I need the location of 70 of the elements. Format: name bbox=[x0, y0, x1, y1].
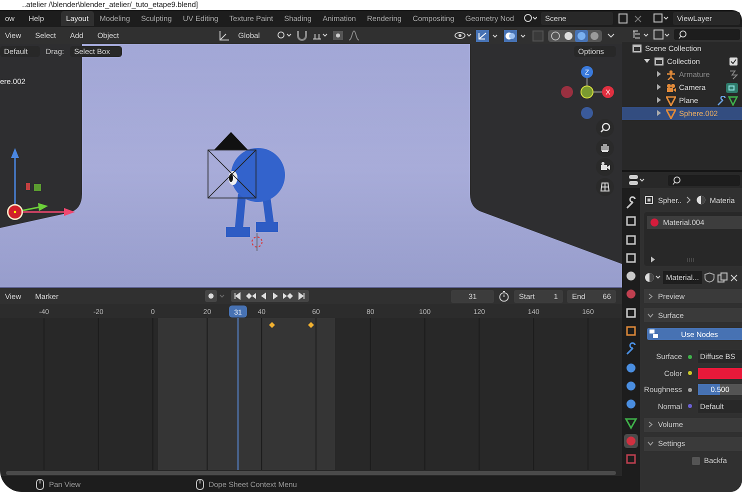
wrench-icon[interactable] bbox=[624, 342, 638, 356]
socket-dot[interactable] bbox=[688, 354, 692, 358]
keyframe-icon[interactable] bbox=[269, 322, 275, 328]
wrench-icon bbox=[717, 96, 726, 106]
mesh-data-icon bbox=[728, 96, 738, 106]
checkbox[interactable] bbox=[692, 456, 700, 464]
keyframe-icon[interactable] bbox=[308, 322, 314, 328]
record-icon[interactable] bbox=[205, 290, 228, 302]
shield-icon[interactable] bbox=[704, 272, 715, 283]
magnet-icon[interactable] bbox=[296, 30, 308, 41]
box-icon[interactable] bbox=[624, 306, 638, 320]
duplicate-icon[interactable] bbox=[716, 272, 728, 283]
figure-icon bbox=[666, 70, 676, 80]
zoom-icon[interactable] bbox=[596, 119, 614, 137]
expand-arrow-icon[interactable] bbox=[644, 58, 651, 65]
eye-icon[interactable] bbox=[454, 30, 472, 41]
grip-icon[interactable] bbox=[686, 258, 696, 262]
shading-mode-icon[interactable] bbox=[588, 30, 601, 42]
expand-arrow-icon[interactable] bbox=[650, 256, 656, 263]
pivot-icon[interactable] bbox=[276, 30, 292, 41]
search-field[interactable] bbox=[674, 29, 740, 40]
editor-type-icon[interactable] bbox=[628, 174, 646, 186]
shading-mode-icon[interactable] bbox=[549, 30, 562, 42]
transform-gizmo-drawing bbox=[7, 148, 75, 220]
node-icon bbox=[649, 329, 659, 339]
socket-dot[interactable] bbox=[688, 404, 692, 408]
shading-mode-icon[interactable] bbox=[575, 30, 588, 42]
scrollbar[interactable] bbox=[6, 471, 616, 475]
box-icon bbox=[632, 44, 642, 53]
stopwatch-icon[interactable] bbox=[498, 290, 510, 302]
box-icon bbox=[654, 57, 664, 66]
playback-controls-drawing[interactable] bbox=[231, 290, 310, 302]
checkbox[interactable] bbox=[729, 57, 738, 66]
camera-frame-drawing bbox=[208, 132, 256, 198]
close-icon[interactable] bbox=[730, 272, 738, 283]
pose-icon bbox=[728, 70, 738, 80]
triangle-icon[interactable] bbox=[624, 416, 638, 430]
camera-icon[interactable] bbox=[596, 158, 614, 176]
overlay-toggle-icon[interactable] bbox=[504, 30, 528, 42]
axes-icon[interactable] bbox=[218, 30, 230, 41]
falloff-icon[interactable] bbox=[348, 30, 360, 41]
gizmo-toggle-icon[interactable] bbox=[476, 30, 500, 42]
3d-cursor-icon bbox=[252, 232, 262, 252]
copy-icon[interactable] bbox=[617, 13, 630, 24]
material-sphere-icon bbox=[650, 218, 659, 227]
search-field[interactable] bbox=[668, 174, 740, 186]
color-swatch[interactable] bbox=[698, 368, 742, 378]
proportional-icon[interactable] bbox=[332, 30, 344, 41]
search-icon bbox=[672, 176, 681, 184]
grid-icon[interactable] bbox=[596, 178, 614, 196]
sphere-icon[interactable] bbox=[644, 272, 661, 283]
chevron-icon bbox=[686, 196, 692, 204]
object-icon bbox=[644, 195, 654, 205]
shading-mode-icon[interactable] bbox=[562, 30, 575, 42]
camera-icon bbox=[666, 82, 676, 92]
sphere-icon bbox=[696, 195, 706, 205]
tool-icon[interactable] bbox=[624, 196, 638, 210]
image-stack-icon[interactable] bbox=[653, 13, 670, 24]
mouse-icon bbox=[36, 478, 44, 490]
filter-icon[interactable] bbox=[653, 28, 671, 40]
search-icon bbox=[678, 30, 687, 39]
list-icon[interactable] bbox=[632, 28, 650, 40]
socket-dot[interactable] bbox=[688, 388, 692, 392]
hand-icon[interactable] bbox=[596, 138, 614, 156]
socket-dot[interactable] bbox=[688, 371, 692, 375]
camera-data-icon bbox=[726, 82, 738, 92]
mouse-icon bbox=[196, 478, 204, 490]
close-icon[interactable] bbox=[633, 13, 644, 24]
current-frame-indicator[interactable] bbox=[229, 306, 247, 318]
square-icon[interactable] bbox=[624, 324, 638, 338]
